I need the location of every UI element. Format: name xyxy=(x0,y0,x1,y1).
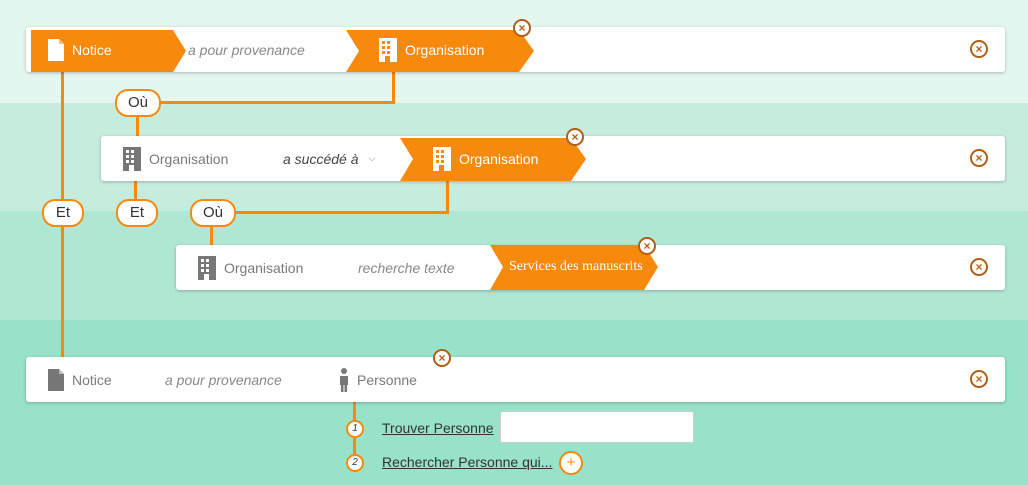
row2-object-label: Organisation xyxy=(459,150,539,167)
row1-object[interactable]: Organisation xyxy=(379,27,484,72)
row2-object[interactable]: Organisation xyxy=(433,136,538,181)
row3-remove-button[interactable]: × xyxy=(970,258,988,276)
document-icon xyxy=(48,38,64,61)
row4-subject[interactable]: Notice xyxy=(48,357,112,402)
criteria-row-4: Notice a pour provenance Personne × × xyxy=(26,349,1005,402)
connector-line-ou2-down xyxy=(210,224,213,246)
row1-object-label: Organisation xyxy=(405,41,485,58)
row3-subject[interactable]: Organisation xyxy=(198,245,303,290)
row4-remove-button[interactable]: × xyxy=(970,370,988,388)
row1-object-remove-button[interactable]: × xyxy=(513,19,531,37)
find-person-link[interactable]: Trouver Personne xyxy=(382,420,494,436)
search-person-link[interactable]: Rechercher Personne qui... xyxy=(382,454,552,470)
row3-subject-label: Organisation xyxy=(224,259,304,276)
row2-remove-button[interactable]: × xyxy=(970,149,988,167)
option-number-1: 1 xyxy=(346,420,364,438)
row4-predicate[interactable]: a pour provenance xyxy=(165,357,282,402)
row4-object-label: Personne xyxy=(357,371,417,388)
row1-remove-button[interactable]: × xyxy=(970,40,988,58)
criteria-row-2: Organisation a succédé à ⌵ Organisation … xyxy=(101,128,1005,181)
criteria-row-1: Notice a pour provenance Organisation × … xyxy=(26,19,1005,72)
connector-line-ou1-h xyxy=(158,101,395,104)
row1-subject[interactable]: Notice xyxy=(48,27,112,72)
row1-subject-label: Notice xyxy=(72,41,112,58)
row2-subject[interactable]: Organisation xyxy=(123,136,228,181)
connector-et-outer[interactable]: Et xyxy=(42,199,84,227)
connector-ou-2[interactable]: Où xyxy=(190,199,236,227)
person-icon xyxy=(339,367,349,392)
connector-ou-1[interactable]: Où xyxy=(115,89,161,117)
row2-predicate[interactable]: a succédé à ⌵ xyxy=(283,136,375,181)
row4-object-remove-button[interactable]: × xyxy=(433,349,451,367)
building-icon xyxy=(198,255,216,280)
criteria-row-3: Organisation recherche texte Services de… xyxy=(176,237,1005,290)
row2-object-remove-button[interactable]: × xyxy=(566,128,584,146)
find-person-input[interactable] xyxy=(500,411,694,443)
chevron-down-icon: ⌵ xyxy=(368,153,376,163)
row4-subject-label: Notice xyxy=(72,371,112,388)
option-number-2: 2 xyxy=(346,454,364,472)
building-icon xyxy=(123,146,141,171)
row3-object-remove-button[interactable]: × xyxy=(638,237,656,255)
row1-predicate[interactable]: a pour provenance xyxy=(188,27,305,72)
row3-object-label: Services des manuscrits xyxy=(509,258,643,274)
connector-line-row1-ou xyxy=(392,70,395,104)
row2-subject-label: Organisation xyxy=(149,150,229,167)
row3-predicate[interactable]: recherche texte xyxy=(358,245,455,290)
connector-et-inner[interactable]: Et xyxy=(116,199,158,227)
connector-line-ou2-h xyxy=(232,211,449,214)
add-criteria-button[interactable]: + xyxy=(559,451,583,475)
building-icon xyxy=(379,37,397,62)
connector-line-row2-ou xyxy=(446,180,449,214)
row2-predicate-label: a succédé à xyxy=(283,150,359,167)
row4-object[interactable]: Personne xyxy=(339,357,417,402)
document-icon xyxy=(48,368,64,391)
row3-object[interactable]: Services des manuscrits xyxy=(509,244,643,289)
building-icon xyxy=(433,146,451,171)
